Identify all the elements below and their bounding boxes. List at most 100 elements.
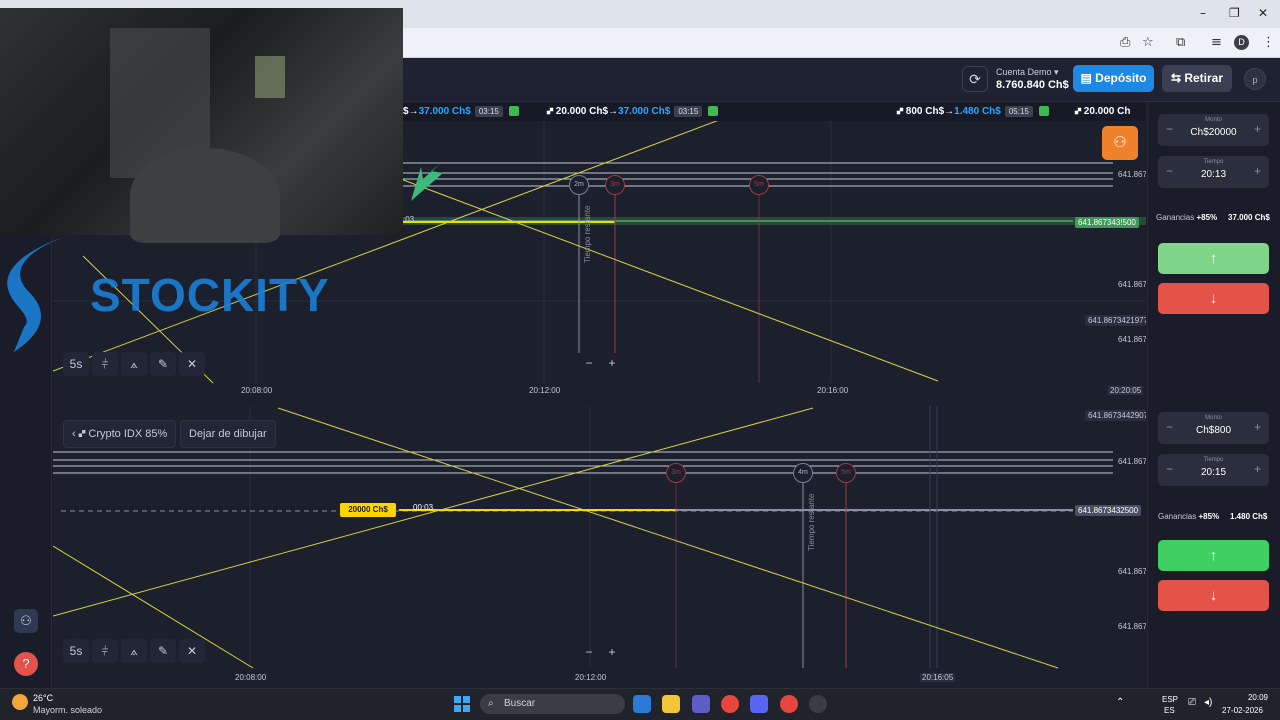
amount-field-bottom[interactable]: Monto Ch$800 − +	[1158, 412, 1269, 444]
indicators-icon[interactable]: ⟑	[121, 639, 147, 663]
zoom-out-icon[interactable]: −	[579, 353, 599, 373]
profit-value-bottom: 1.480 Ch$	[1230, 512, 1268, 521]
pencil-icon[interactable]: ✎	[150, 352, 176, 376]
time-field-bottom[interactable]: Tiempo 20:15 − +	[1158, 454, 1269, 486]
webcam-overlay	[0, 8, 403, 243]
zoom-out-icon[interactable]: −	[579, 642, 599, 662]
buy-up-button-bottom[interactable]: ↑	[1158, 540, 1269, 571]
trade-timer: 00:03	[413, 503, 434, 512]
close-window-icon[interactable]: ✕	[1258, 6, 1268, 20]
price-label: 641.8673	[1118, 280, 1146, 289]
clock-date[interactable]: 27-02-2026	[1222, 706, 1263, 715]
file-explorer-icon[interactable]	[662, 695, 680, 713]
stockity-logo-text: STOCKITY	[90, 269, 330, 321]
pencil-icon[interactable]: ✎	[150, 639, 176, 663]
help-icon[interactable]: ?	[14, 652, 38, 676]
user-support-icon[interactable]: ⚇	[14, 609, 38, 633]
search-icon: ⌕	[488, 698, 494, 709]
zoom-controls: − +	[579, 642, 622, 662]
expiry-mark: 5m	[836, 463, 856, 483]
trade-timer: :03	[403, 215, 415, 224]
time-label: 20:08:00	[241, 386, 273, 395]
teams-icon[interactable]	[692, 695, 710, 713]
media-icon[interactable]: ≡	[1211, 35, 1222, 50]
plus-icon[interactable]: +	[1254, 122, 1261, 136]
time-label: 20:12:00	[529, 386, 561, 395]
amount-field-top[interactable]: Monto Ch$20000 − +	[1158, 114, 1269, 146]
ticker-item: 🙾 20.000 Ch$→37.000 Ch$ 03:15	[547, 106, 719, 117]
chart-type-icon[interactable]: ⫩	[92, 639, 118, 663]
asset-selector[interactable]: ‹ 🙾 Crypto IDX 85%	[63, 420, 177, 448]
timeframe-button[interactable]: 5s	[63, 639, 89, 663]
zoom-in-icon[interactable]: +	[602, 353, 622, 373]
minus-icon[interactable]: −	[1166, 122, 1173, 136]
time-label: 20:16:00	[817, 386, 849, 395]
profit-label-bottom: Ganancias +85%	[1158, 512, 1220, 521]
minus-icon[interactable]: −	[1166, 420, 1173, 434]
stop-drawing-button[interactable]: Dejar de dibujar	[180, 420, 276, 448]
windows-start-icon[interactable]	[454, 696, 470, 712]
browser-profile-icon[interactable]: D	[1234, 35, 1249, 50]
weather-temperature: 26°C	[33, 693, 54, 703]
time-label: 20:08:00	[235, 673, 267, 682]
volume-icon[interactable]: ◂)	[1204, 697, 1212, 708]
chrome-active-icon[interactable]	[780, 695, 798, 713]
time-label: 20:16:05	[920, 673, 956, 682]
restore-icon[interactable]: ❐	[1229, 6, 1240, 20]
deposit-button[interactable]: ▤ Depósito	[1073, 65, 1154, 92]
account-type-label[interactable]: Cuenta Demo ▾	[996, 67, 1059, 78]
time-label: 20:12:00	[575, 673, 607, 682]
ticker-item: 🙾 800 Ch$→1.480 Ch$ 05:15	[897, 106, 1049, 117]
taskbar-search-input[interactable]: ⌕ Buscar	[480, 694, 625, 714]
chrome-icon[interactable]	[721, 695, 739, 713]
app-icon[interactable]	[809, 695, 827, 713]
price-label: 641.8673442907	[1085, 410, 1146, 421]
install-app-icon[interactable]: ⎙	[1120, 35, 1130, 50]
chart-type-icon[interactable]: ⫩	[92, 352, 118, 376]
indicators-icon[interactable]: ⟑	[121, 352, 147, 376]
tray-chevron-icon[interactable]: ⌃	[1116, 697, 1124, 708]
time-label: 20:20:05	[1108, 386, 1144, 395]
minus-icon[interactable]: −	[1166, 462, 1173, 476]
plus-icon[interactable]: +	[1254, 462, 1261, 476]
sell-down-button-top[interactable]: ↓	[1158, 283, 1269, 314]
withdraw-button[interactable]: ⇆ Retirar	[1162, 65, 1232, 92]
network-icon[interactable]: ⎚	[1188, 697, 1196, 708]
switch-account-button[interactable]: ⟳	[962, 66, 988, 92]
stockity-logo-icon	[7, 237, 65, 352]
price-label: 641.8673	[1118, 622, 1146, 631]
expiry-mark: 5m	[749, 175, 769, 195]
bookmark-star-icon[interactable]: ☆	[1142, 35, 1154, 50]
plus-icon[interactable]: +	[1254, 420, 1261, 434]
buy-up-button-top[interactable]: ↑	[1158, 243, 1269, 274]
time-field-top[interactable]: Tiempo 20:13 − +	[1158, 156, 1269, 188]
chart-bottom-toolbar: 5s ⫩ ⟑ ✎ ✕	[63, 639, 205, 663]
browser-menu-icon[interactable]: ⋮	[1262, 35, 1275, 50]
add-user-icon[interactable]: ⚇	[1102, 126, 1138, 160]
ticker-item: 🙾 20.000 Ch	[1075, 106, 1131, 117]
plus-icon[interactable]: +	[1254, 164, 1261, 178]
discord-icon[interactable]	[750, 695, 768, 713]
price-label: 641.8673421977	[1085, 315, 1146, 326]
edge-icon[interactable]	[633, 695, 651, 713]
clock-time[interactable]: 20:09	[1222, 693, 1268, 702]
chart-bottom[interactable]: ‹ 🙾 Crypto IDX 85% Dejar de dibujar 3m 4…	[53, 406, 1146, 688]
remaining-time-label: Tiempo restante	[583, 205, 592, 263]
minimize-icon[interactable]: –	[1200, 6, 1206, 20]
close-icon[interactable]: ✕	[179, 639, 205, 663]
avatar[interactable]: p	[1244, 68, 1266, 90]
extensions-icon[interactable]: ⧉	[1176, 35, 1185, 50]
language-indicator[interactable]: ESP	[1162, 695, 1178, 704]
chart-top-toolbar: 5s ⫩ ⟑ ✎ ✕	[63, 352, 205, 376]
zoom-in-icon[interactable]: +	[602, 642, 622, 662]
close-icon[interactable]: ✕	[179, 352, 205, 376]
keyboard-layout[interactable]: ES	[1164, 706, 1175, 715]
minus-icon[interactable]: −	[1166, 164, 1173, 178]
sell-down-button-bottom[interactable]: ↓	[1158, 580, 1269, 611]
profit-value-top: 37.000 Ch$	[1228, 213, 1270, 222]
weather-icon[interactable]	[12, 694, 28, 710]
weather-description: Mayorm. soleado	[33, 705, 103, 715]
expiry-mark: 3m	[605, 175, 625, 195]
current-price-tag: 641.867343!500	[1075, 217, 1139, 228]
trade-amount-flag: 20000 Ch$	[340, 503, 396, 517]
